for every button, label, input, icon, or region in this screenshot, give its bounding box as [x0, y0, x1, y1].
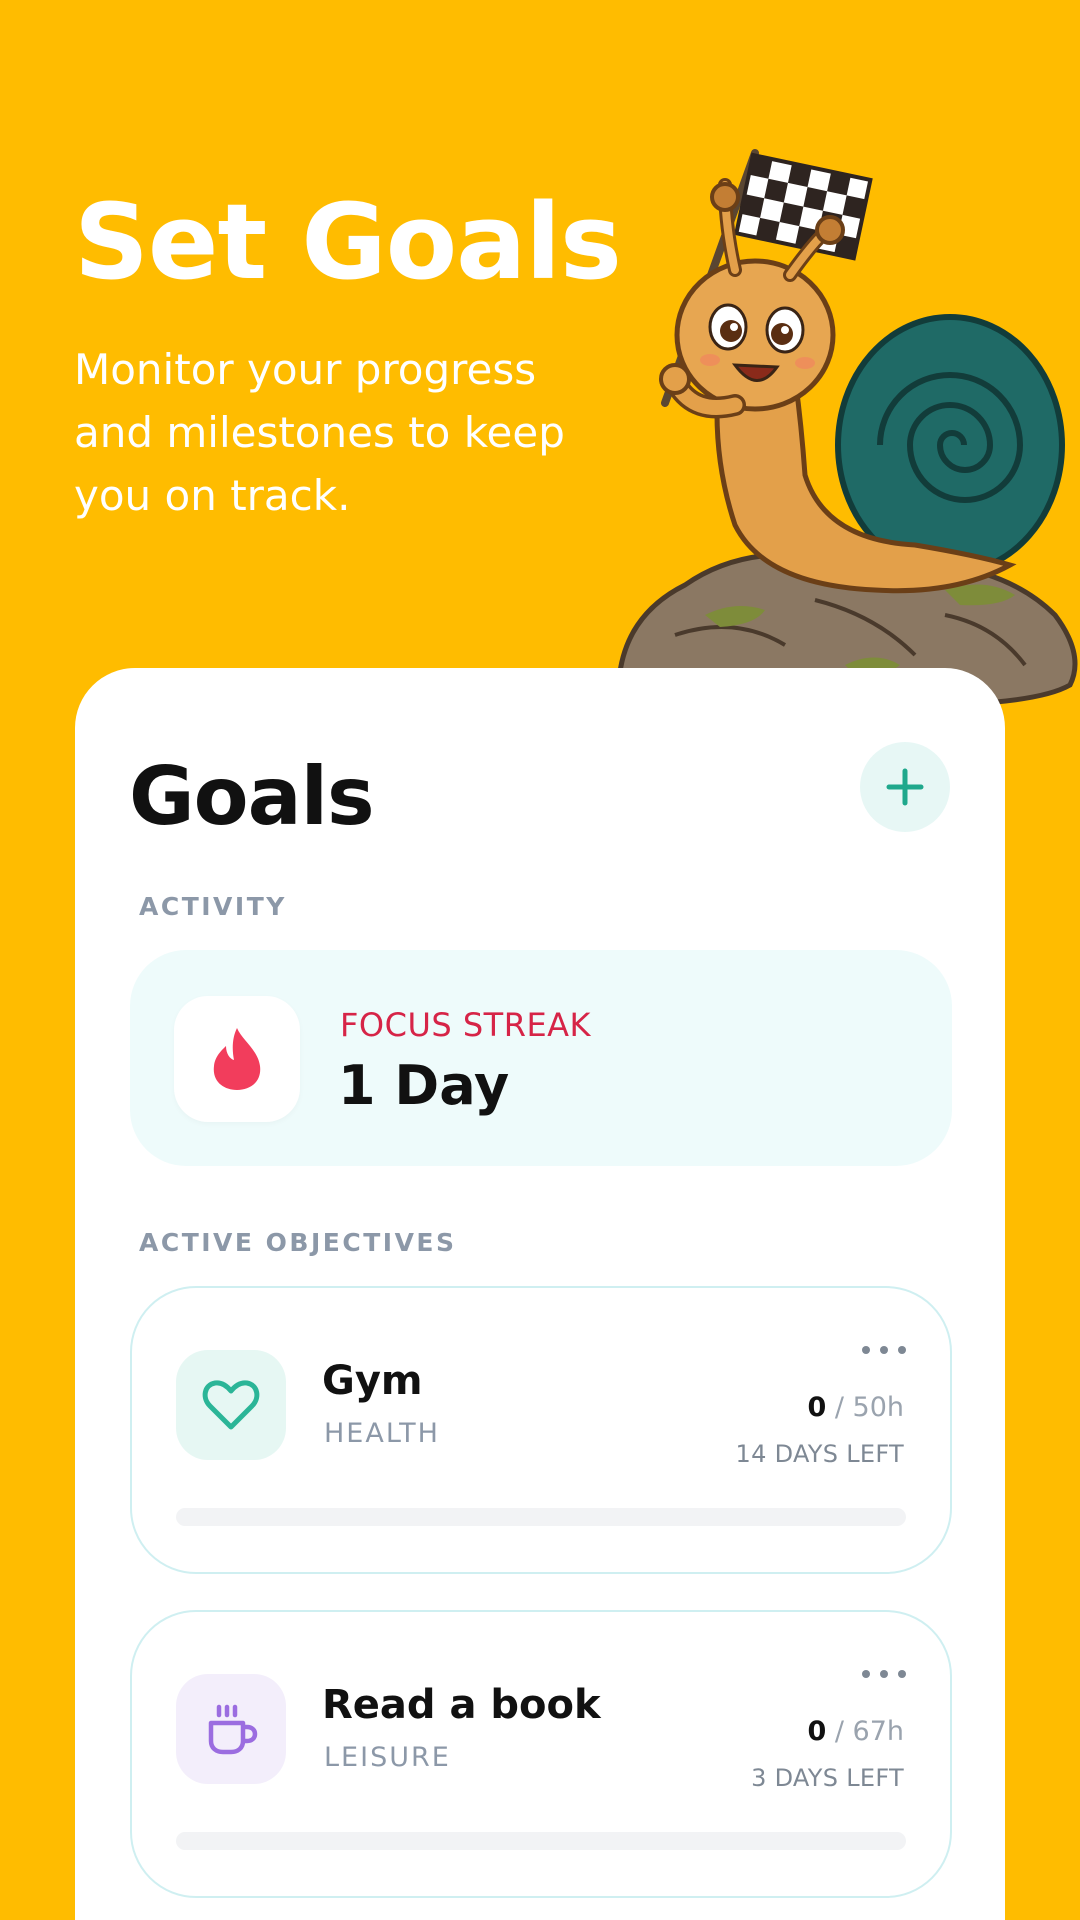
active-objectives-section-label: ACTIVE OBJECTIVES [139, 1228, 457, 1257]
goal-name: Gym [322, 1358, 423, 1404]
goal-card-gym[interactable]: Gym HEALTH 0 / 50h 14 DAYS LEFT [130, 1286, 952, 1574]
goal-name: Read a book [322, 1682, 601, 1728]
goal-icon-container [176, 1350, 286, 1460]
goal-progress-bar [176, 1832, 906, 1850]
activity-section-label: ACTIVITY [139, 892, 287, 921]
goal-category: HEALTH [324, 1418, 440, 1449]
heart-icon [202, 1380, 260, 1430]
goals-card: Goals ACTIVITY FOCUS STREAK 1 Day ACTIVE… [75, 668, 1005, 1920]
goal-target-hours: / 50h [826, 1392, 904, 1423]
goal-current-hours: 0 [807, 1392, 827, 1423]
focus-streak-label: FOCUS STREAK [340, 1006, 592, 1044]
plus-icon [886, 768, 924, 806]
goal-category: LEISURE [324, 1742, 451, 1773]
add-goal-button[interactable] [860, 742, 950, 832]
goal-progress-text: 0 / 67h [807, 1716, 904, 1747]
hero-title: Set Goals [74, 181, 622, 303]
goal-days-left: 14 DAYS LEFT [735, 1440, 904, 1468]
goal-days-left: 3 DAYS LEFT [751, 1764, 904, 1792]
goal-card-read-a-book[interactable]: Read a book LEISURE 0 / 67h 3 DAYS LEFT [130, 1610, 952, 1898]
more-options-icon[interactable] [862, 1664, 906, 1684]
goal-target-hours: / 67h [826, 1716, 904, 1747]
focus-streak-card[interactable]: FOCUS STREAK 1 Day [130, 950, 952, 1166]
goal-icon-container [176, 1674, 286, 1784]
hero-subtitle: Monitor your progress and milestones to … [74, 345, 565, 520]
goals-title: Goals [129, 750, 375, 843]
goal-progress-text: 0 / 50h [807, 1392, 904, 1423]
goal-current-hours: 0 [807, 1716, 827, 1747]
more-options-icon[interactable] [862, 1340, 906, 1360]
goal-progress-bar [176, 1508, 906, 1526]
focus-streak-value: 1 Day [338, 1054, 510, 1117]
flame-icon [213, 1028, 261, 1090]
snail-mascot-illustration [616, 149, 1078, 710]
streak-icon-container [174, 996, 300, 1122]
coffee-cup-icon [208, 1704, 258, 1755]
